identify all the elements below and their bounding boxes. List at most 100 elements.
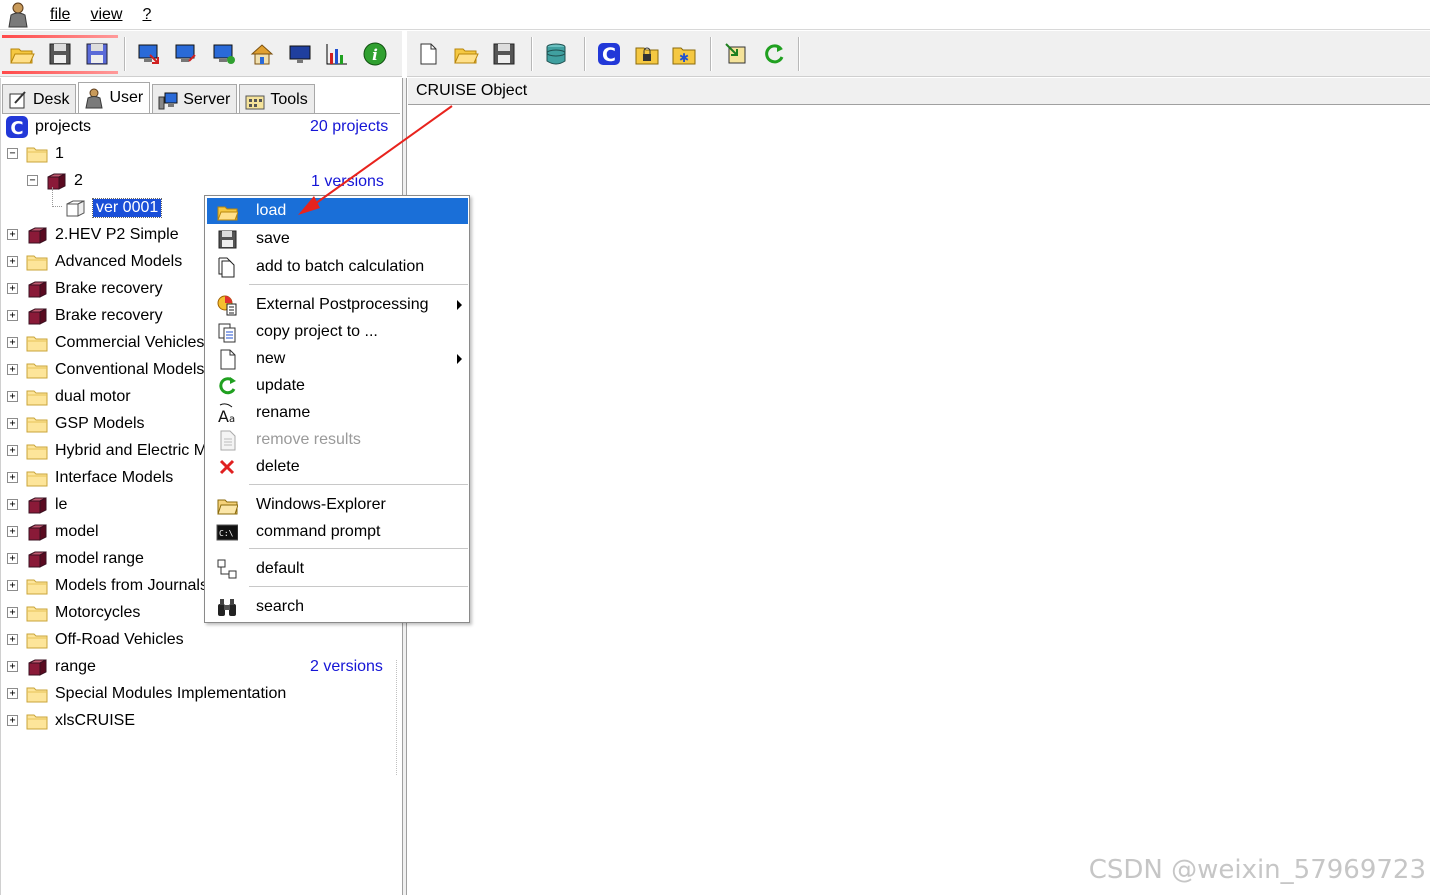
menu-view[interactable]: view xyxy=(90,6,122,24)
new-document-icon[interactable] xyxy=(414,40,442,68)
home-network-icon[interactable] xyxy=(248,40,276,68)
menu-item-load[interactable]: load xyxy=(207,198,468,224)
tree-item[interactable]: 2.HEV P2 Simple xyxy=(26,222,179,248)
expand-toggle[interactable]: + xyxy=(7,283,18,294)
collapse-toggle[interactable]: − xyxy=(7,148,18,159)
expand-toggle[interactable]: + xyxy=(7,391,18,402)
expand-toggle[interactable]: + xyxy=(7,553,18,564)
tree-scrollbar[interactable] xyxy=(396,660,401,775)
expand-toggle[interactable]: + xyxy=(7,337,18,348)
save-icon[interactable] xyxy=(46,40,74,68)
chart-icon[interactable] xyxy=(323,40,351,68)
menu-item-windows-explorer[interactable]: Windows-Explorer xyxy=(207,492,468,518)
menu-item-rename[interactable]: Aa rename xyxy=(207,400,468,426)
tree-item[interactable]: Motorcycles xyxy=(26,600,140,626)
tree-item[interactable]: range xyxy=(26,654,96,680)
tree-item[interactable]: GSP Models xyxy=(26,411,145,437)
tree-item[interactable]: Off-Road Vehicles xyxy=(26,627,184,653)
right-panel-title: CRUISE Object xyxy=(416,82,528,99)
menu-item-delete[interactable]: delete xyxy=(207,454,468,480)
toolbar-highlight-bottom xyxy=(2,71,118,74)
tab-desk[interactable]: Desk xyxy=(2,84,77,114)
tree-item[interactable]: Brake recovery xyxy=(26,303,163,329)
locked-folder-icon[interactable] xyxy=(633,40,661,68)
menu-file[interactable]: file xyxy=(50,6,70,24)
computer-import-icon[interactable] xyxy=(135,40,163,68)
tree-item-version[interactable]: ver 0001 xyxy=(64,195,163,221)
floppy-icon xyxy=(207,226,247,252)
import-icon[interactable] xyxy=(722,40,750,68)
save-all-icon[interactable] xyxy=(83,40,111,68)
tree-item-label: range xyxy=(55,658,96,675)
right-panel-header: CRUISE Object xyxy=(408,78,1430,105)
tab-user[interactable]: User xyxy=(78,82,151,114)
collapse-toggle[interactable]: − xyxy=(27,175,38,186)
tree-item[interactable]: xlsCRUISE xyxy=(26,708,135,734)
model-cube-icon xyxy=(28,551,47,568)
tree-item[interactable]: Interface Models xyxy=(26,465,173,491)
panel-tabs: Desk User Server Tools xyxy=(2,82,317,114)
tree-item[interactable]: Conventional Models xyxy=(26,357,204,383)
menu-help[interactable]: ? xyxy=(142,6,151,24)
menu-item-label: default xyxy=(256,560,305,577)
expand-toggle[interactable]: + xyxy=(7,526,18,537)
tree-item-label: Off-Road Vehicles xyxy=(55,631,184,648)
tree-item[interactable]: Advanced Models xyxy=(26,249,182,275)
tree-item[interactable]: dual motor xyxy=(26,384,131,410)
expand-toggle[interactable]: + xyxy=(7,661,18,672)
server-icon xyxy=(158,92,178,109)
expand-toggle[interactable]: + xyxy=(7,445,18,456)
tree-item[interactable]: Brake recovery xyxy=(26,276,163,302)
tree-item-folder-1[interactable]: 1 xyxy=(26,141,64,167)
tab-server-label: Server xyxy=(183,90,231,108)
menu-item-search[interactable]: search xyxy=(207,594,468,620)
expand-toggle[interactable]: + xyxy=(7,688,18,699)
open-folder-icon[interactable] xyxy=(452,40,480,68)
expand-toggle[interactable]: + xyxy=(7,472,18,483)
refresh-icon[interactable] xyxy=(760,40,788,68)
tree-item[interactable]: Hybrid and Electric M xyxy=(26,438,207,464)
menu-item-update[interactable]: update xyxy=(207,373,468,399)
database-icon[interactable] xyxy=(542,40,570,68)
expand-toggle[interactable]: + xyxy=(7,607,18,618)
menu-item-label: update xyxy=(256,377,305,394)
tab-tools[interactable]: Tools xyxy=(239,84,315,114)
svg-text:i: i xyxy=(372,46,378,64)
expand-toggle[interactable]: + xyxy=(7,364,18,375)
menu-item-save[interactable]: save xyxy=(207,226,468,252)
expand-toggle[interactable]: + xyxy=(7,310,18,321)
save-icon[interactable] xyxy=(490,40,518,68)
menu-item-new[interactable]: new xyxy=(207,346,468,372)
expand-toggle[interactable]: + xyxy=(7,580,18,591)
expand-toggle[interactable]: + xyxy=(7,229,18,240)
menu-item-add-to-batch-calculation[interactable]: add to batch calculation xyxy=(207,254,468,280)
open-folder-icon[interactable] xyxy=(8,40,36,68)
expand-toggle[interactable]: + xyxy=(7,499,18,510)
computer-sync-icon[interactable] xyxy=(210,40,238,68)
tree-item-2[interactable]: 2 xyxy=(45,168,83,194)
tree-item[interactable]: model xyxy=(26,519,99,545)
cruise-logo-icon[interactable]: C xyxy=(595,40,623,68)
expand-toggle[interactable]: + xyxy=(7,256,18,267)
expand-toggle[interactable]: + xyxy=(7,715,18,726)
info-icon[interactable]: i xyxy=(361,40,389,68)
folder-icon xyxy=(26,390,48,406)
monitor-icon[interactable] xyxy=(286,40,314,68)
menu-item-default[interactable]: default xyxy=(207,556,468,582)
expand-toggle[interactable]: + xyxy=(7,418,18,429)
tree-item[interactable]: Commercial Vehicles xyxy=(26,330,204,356)
tree-item-label: Interface Models xyxy=(55,469,174,486)
tree-item[interactable]: Models from Journals xyxy=(26,573,208,599)
menu-item-copy-project-to[interactable]: copy project to ... xyxy=(207,319,468,345)
expand-toggle[interactable]: + xyxy=(7,634,18,645)
special-folder-icon[interactable]: ✱ xyxy=(670,40,698,68)
computer-export-icon[interactable] xyxy=(172,40,200,68)
tab-server[interactable]: Server xyxy=(152,84,238,114)
menu-item-remove-results[interactable]: remove results xyxy=(207,427,468,453)
menu-item-command-prompt[interactable]: C:\ command prompt xyxy=(207,519,468,545)
tree-item[interactable]: model range xyxy=(26,546,144,572)
menu-item-label: External Postprocessing xyxy=(256,296,429,313)
tree-item[interactable]: Special Modules Implementation xyxy=(26,681,286,707)
tree-item[interactable]: le xyxy=(26,492,67,518)
menu-item-external-postprocessing[interactable]: External Postprocessing xyxy=(207,292,468,318)
